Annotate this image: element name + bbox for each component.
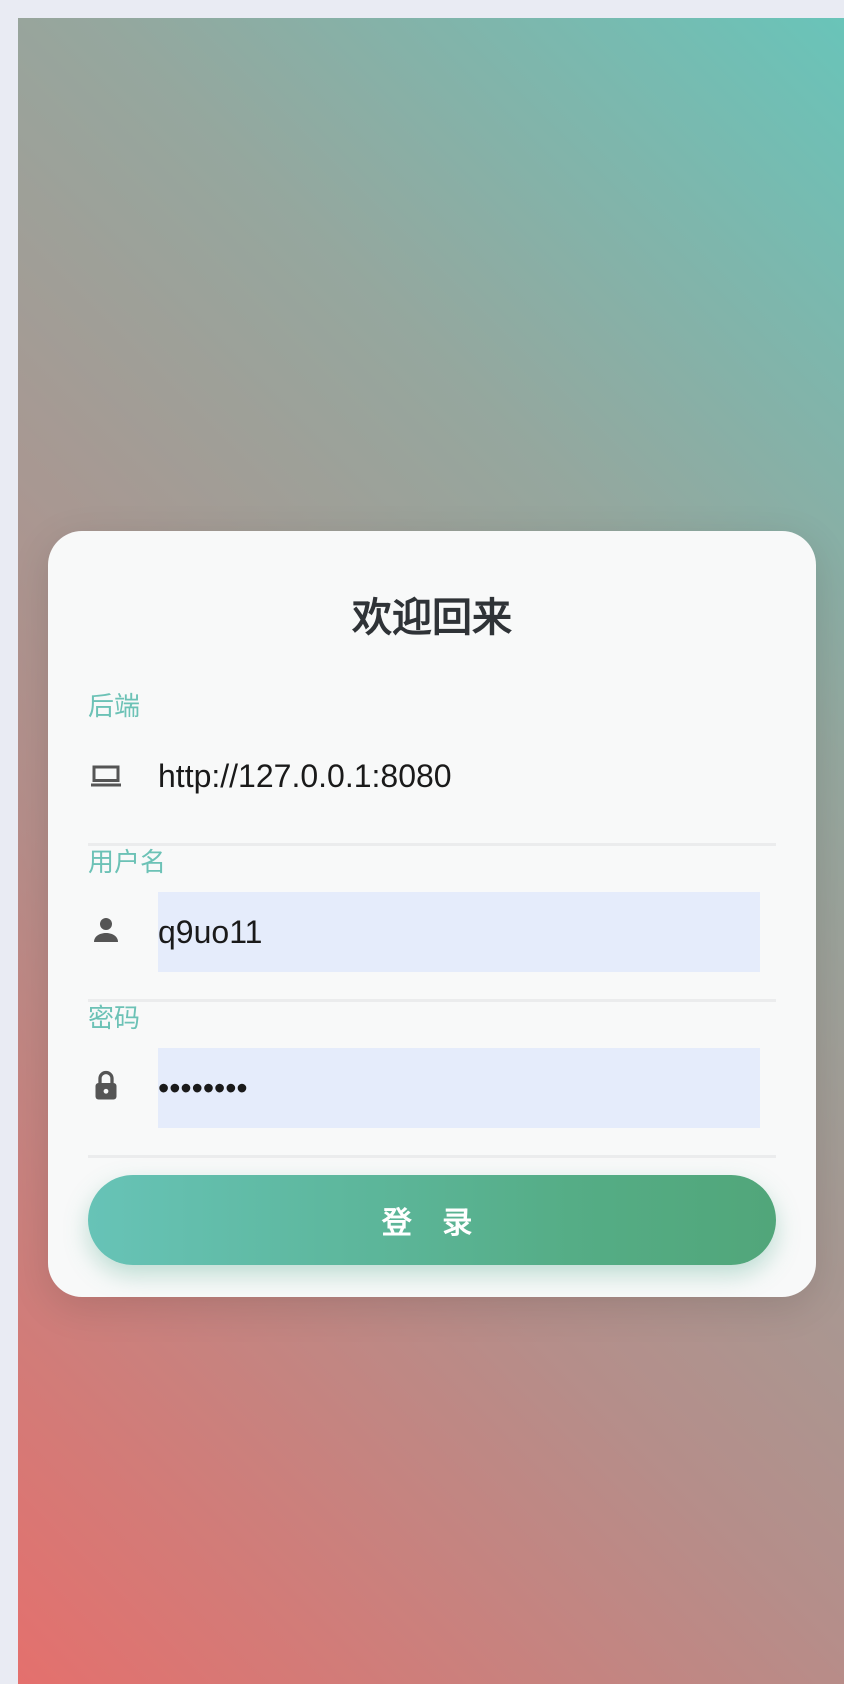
login-card: 欢迎回来 后端 用户名 密码 xyxy=(48,531,816,1297)
page-title: 欢迎回来 xyxy=(352,595,512,641)
password-divider xyxy=(88,1155,776,1158)
lock-icon xyxy=(95,1070,117,1100)
password-input[interactable] xyxy=(158,1048,760,1128)
app-viewport: 欢迎回来 后端 用户名 密码 xyxy=(18,18,844,1684)
username-label: 用户名 xyxy=(88,848,167,878)
backend-field: 后端 xyxy=(88,690,776,846)
password-field: 密码 xyxy=(88,1002,776,1158)
laptop-icon xyxy=(91,765,121,787)
backend-label: 后端 xyxy=(88,692,141,722)
backend-input[interactable] xyxy=(158,736,760,816)
username-input[interactable] xyxy=(158,892,760,972)
password-label: 密码 xyxy=(88,1004,141,1034)
username-field: 用户名 xyxy=(88,846,776,1002)
person-icon xyxy=(94,918,118,942)
login-button[interactable]: 登 录 xyxy=(88,1175,776,1265)
